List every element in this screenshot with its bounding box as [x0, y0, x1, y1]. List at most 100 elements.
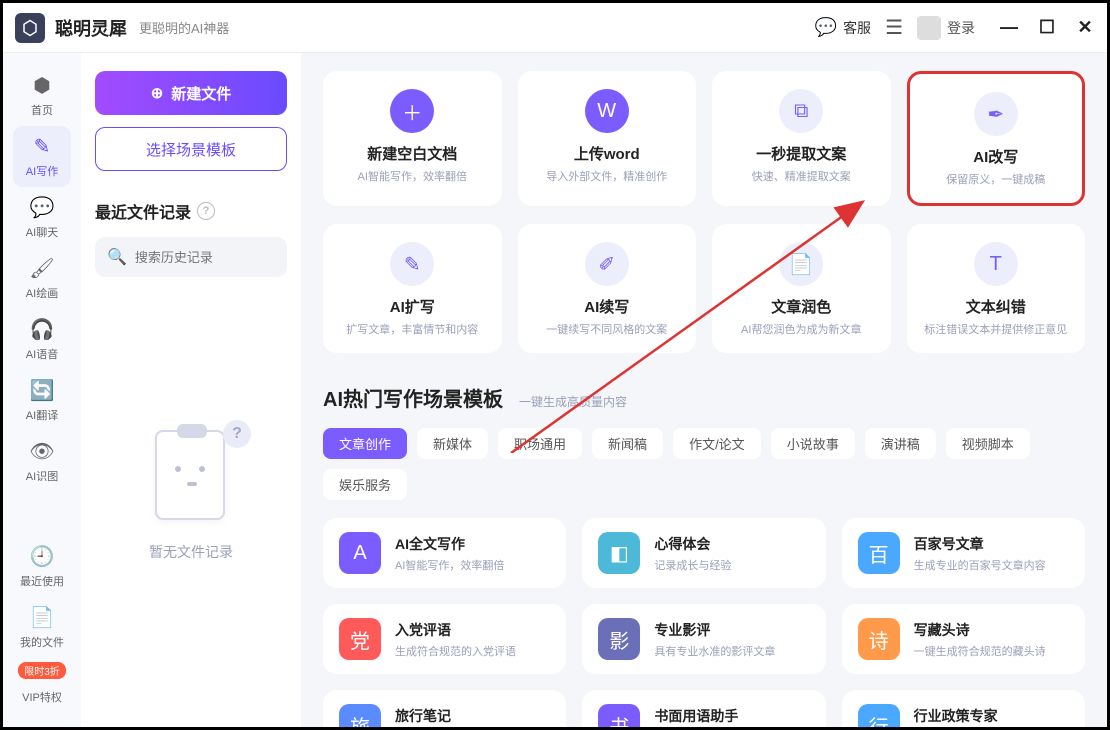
- section-title: AI热门写作场景模板: [323, 383, 503, 412]
- search-input[interactable]: [135, 250, 311, 265]
- new-file-label: 新建文件: [171, 83, 231, 104]
- tool-subtitle: AI帮您润色为成为新文章: [741, 321, 861, 337]
- template-card-0[interactable]: A AI全文写作 AI智能写作，效率翻倍: [323, 518, 566, 588]
- nav-icon: 🎧: [30, 317, 55, 342]
- tool-card-AI改写[interactable]: ✒ AI改写 保留原义，一键成稿: [907, 71, 1086, 206]
- tab-0[interactable]: 文章创作: [323, 428, 407, 459]
- sidebar-item-2[interactable]: 💬AI聊天: [13, 187, 71, 248]
- plus-icon: ⊕: [151, 84, 164, 102]
- template-title: 书面用语助手: [654, 706, 753, 726]
- tab-4[interactable]: 作文/论文: [673, 428, 761, 459]
- template-title: 心得体会: [654, 534, 731, 554]
- select-template-button[interactable]: 选择场景模板: [95, 127, 287, 171]
- tab-1[interactable]: 新媒体: [417, 428, 488, 459]
- template-title: 专业影评: [654, 620, 775, 640]
- search-box[interactable]: 🔍: [95, 237, 287, 277]
- sidebar-item-0[interactable]: ⬢首页: [13, 65, 71, 126]
- nav-label: 最近使用: [20, 573, 64, 589]
- tab-8[interactable]: 娱乐服务: [323, 469, 407, 500]
- tool-subtitle: 导入外部文件，精准创作: [546, 168, 667, 184]
- template-card-7[interactable]: 书 书面用语助手 高效智能写作好帮手: [582, 690, 825, 727]
- tool-subtitle: 一键续写不同风格的文案: [546, 321, 667, 337]
- maximize-button[interactable]: ☐: [1037, 17, 1057, 38]
- nav-icon: 📄: [30, 605, 55, 630]
- vip-label: VIP特权: [22, 689, 62, 705]
- chat-icon: 💬: [815, 17, 837, 38]
- tab-7[interactable]: 视频脚本: [946, 428, 1030, 459]
- nav-icon: 👁: [29, 439, 54, 464]
- empty-state: ? 暂无文件记录: [95, 277, 287, 709]
- tool-icon: ⧉: [779, 89, 823, 133]
- menu-icon[interactable]: ☰: [885, 15, 903, 40]
- select-template-label: 选择场景模板: [146, 139, 236, 160]
- login-button[interactable]: 登录: [917, 16, 975, 40]
- tool-title: 新建空白文档: [367, 143, 457, 164]
- template-title: 百家号文章: [914, 534, 1046, 554]
- template-card-2[interactable]: 百 百家号文章 生成专业的百家号文章内容: [842, 518, 1085, 588]
- nav-icon: 🔄: [30, 378, 55, 403]
- close-button[interactable]: ✕: [1075, 17, 1095, 38]
- nav-icon: ⬢: [33, 73, 50, 98]
- sidebar-item-1[interactable]: ✎ AI写作: [13, 126, 71, 187]
- tab-3[interactable]: 新闻稿: [592, 428, 663, 459]
- template-card-1[interactable]: ◧ 心得体会 记录成长与经验: [582, 518, 825, 588]
- info-icon[interactable]: ?: [197, 202, 215, 220]
- nav-label: AI识图: [26, 468, 58, 484]
- tool-card-AI扩写[interactable]: ✎ AI扩写 扩写文章，丰富情节和内容: [323, 224, 502, 353]
- tool-card-一秒提取文案[interactable]: ⧉ 一秒提取文案 快速、精准提取文案: [712, 71, 891, 206]
- app-window: 聪明灵犀 更聪明的AI神器 💬 客服 ☰ 登录 — ☐ ✕ ⬢首页✎AI写作💬A…: [0, 0, 1110, 730]
- template-card-5[interactable]: 诗 写藏头诗 一键生成符合规范的藏头诗: [842, 604, 1085, 674]
- tool-title: AI改写: [973, 146, 1018, 167]
- template-icon: 书: [598, 704, 640, 727]
- nav-icon: ✎: [34, 134, 51, 159]
- tool-card-文章润色[interactable]: 📄 文章润色 AI帮您润色为成为新文章: [712, 224, 891, 353]
- tool-subtitle: 保留原义，一键成稿: [946, 171, 1045, 187]
- tab-5[interactable]: 小说故事: [771, 428, 855, 459]
- titlebar: 聪明灵犀 更聪明的AI神器 💬 客服 ☰ 登录 — ☐ ✕: [3, 3, 1107, 53]
- tool-icon: 📄: [779, 242, 823, 286]
- template-title: 写藏头诗: [914, 620, 1046, 640]
- template-card-8[interactable]: 行 行业政策专家 根据行业名称提供政策框架: [842, 690, 1085, 727]
- template-icon: 行: [858, 704, 900, 727]
- avatar-icon: [917, 16, 941, 40]
- sidebar-bottom-item-0[interactable]: 🕘 最近使用: [13, 536, 71, 597]
- nav-icon: 🕘: [30, 544, 55, 569]
- nav-label: AI写作: [26, 163, 58, 179]
- template-card-6[interactable]: 旅 旅行笔记 高效记录旅行中的点滴: [323, 690, 566, 727]
- recent-files-heading: 最近文件记录 ?: [95, 199, 287, 223]
- tool-card-AI续写[interactable]: ✐ AI续写 一键续写不同风格的文案: [518, 224, 697, 353]
- nav-icon: 🖌: [29, 256, 54, 281]
- template-subtitle: AI智能写作，效率翻倍: [395, 557, 504, 573]
- template-subtitle: 记录成长与经验: [654, 557, 731, 573]
- main-content: ＋ 新建空白文档 AI智能写作，效率翻倍 W 上传word 导入外部文件，精准创…: [301, 53, 1107, 727]
- template-title: 行业政策专家: [914, 706, 1046, 726]
- template-card-3[interactable]: 党 入党评语 生成符合规范的入党评语: [323, 604, 566, 674]
- app-name: 聪明灵犀: [55, 15, 127, 41]
- search-icon: 🔍: [107, 247, 127, 267]
- new-file-button[interactable]: ⊕ 新建文件: [95, 71, 287, 115]
- tool-card-上传word[interactable]: W 上传word 导入外部文件，精准创作: [518, 71, 697, 206]
- sidebar-bottom-item-1[interactable]: 📄我的文件: [13, 597, 71, 658]
- tool-title: AI续写: [584, 296, 629, 317]
- tool-subtitle: 快速、精准提取文案: [752, 168, 851, 184]
- tool-title: 文本纠错: [966, 296, 1026, 317]
- app-tagline: 更聪明的AI神器: [139, 18, 229, 37]
- template-icon: 诗: [858, 618, 900, 660]
- template-title: 旅行笔记: [395, 706, 505, 726]
- sidebar-item-6[interactable]: 👁 AI识图: [13, 431, 71, 492]
- sidebar-item-4[interactable]: 🎧AI语音: [13, 309, 71, 370]
- login-label: 登录: [947, 18, 975, 38]
- vip-privilege-button[interactable]: VIP特权: [13, 681, 71, 713]
- tool-card-文本纠错[interactable]: T 文本纠错 标注错误文本并提供修正意见: [907, 224, 1086, 353]
- tab-2[interactable]: 职场通用: [498, 428, 582, 459]
- customer-service-button[interactable]: 💬 客服: [815, 17, 871, 38]
- minimize-button[interactable]: —: [999, 17, 1019, 38]
- tool-card-新建空白文档[interactable]: ＋ 新建空白文档 AI智能写作，效率翻倍: [323, 71, 502, 206]
- template-card-4[interactable]: 影 专业影评 具有专业水准的影评文章: [582, 604, 825, 674]
- tool-icon: ＋: [390, 89, 434, 133]
- sidebar-item-5[interactable]: 🔄AI翻译: [13, 370, 71, 431]
- tool-subtitle: 标注错误文本并提供修正意见: [924, 321, 1067, 337]
- sidebar-item-3[interactable]: 🖌AI绘画: [13, 248, 71, 309]
- nav-icon: 💬: [30, 195, 55, 220]
- tab-6[interactable]: 演讲稿: [865, 428, 936, 459]
